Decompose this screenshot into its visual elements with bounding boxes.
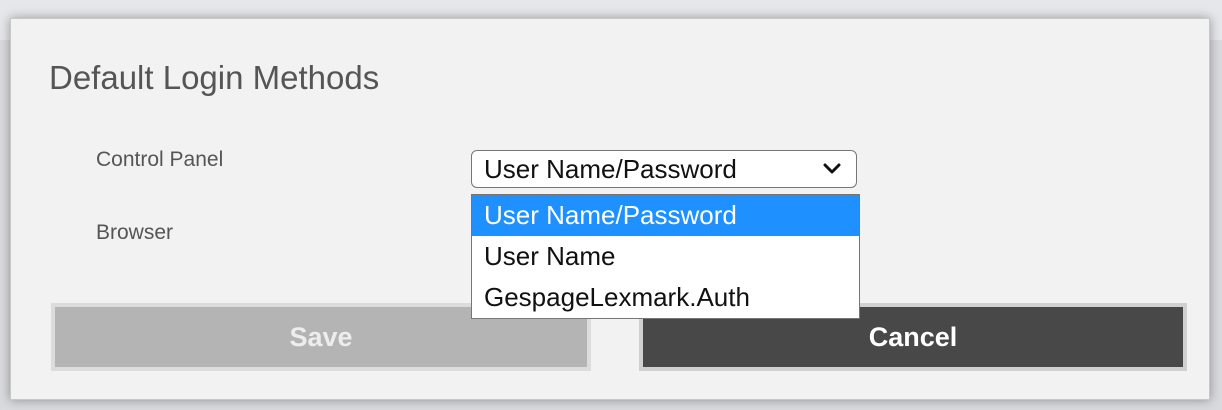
option-user-name-password[interactable]: User Name/Password [472, 195, 859, 236]
option-user-name[interactable]: User Name [472, 236, 859, 277]
chevron-down-icon [818, 159, 846, 179]
dialog-title: Default Login Methods [49, 59, 380, 96]
control-panel-select[interactable]: User Name/Password [471, 150, 857, 188]
browser-label: Browser [96, 221, 174, 244]
login-methods-dialog: Default Login Methods Control Panel Brow… [10, 18, 1210, 400]
select-value: User Name/Password [484, 153, 737, 184]
control-panel-options: User Name/Password User Name GespageLexm… [471, 194, 860, 319]
option-gespage-lexmark-auth[interactable]: GespageLexmark.Auth [472, 277, 859, 318]
background-heading [200, 0, 211, 17]
control-panel-label: Control Panel [96, 148, 224, 171]
